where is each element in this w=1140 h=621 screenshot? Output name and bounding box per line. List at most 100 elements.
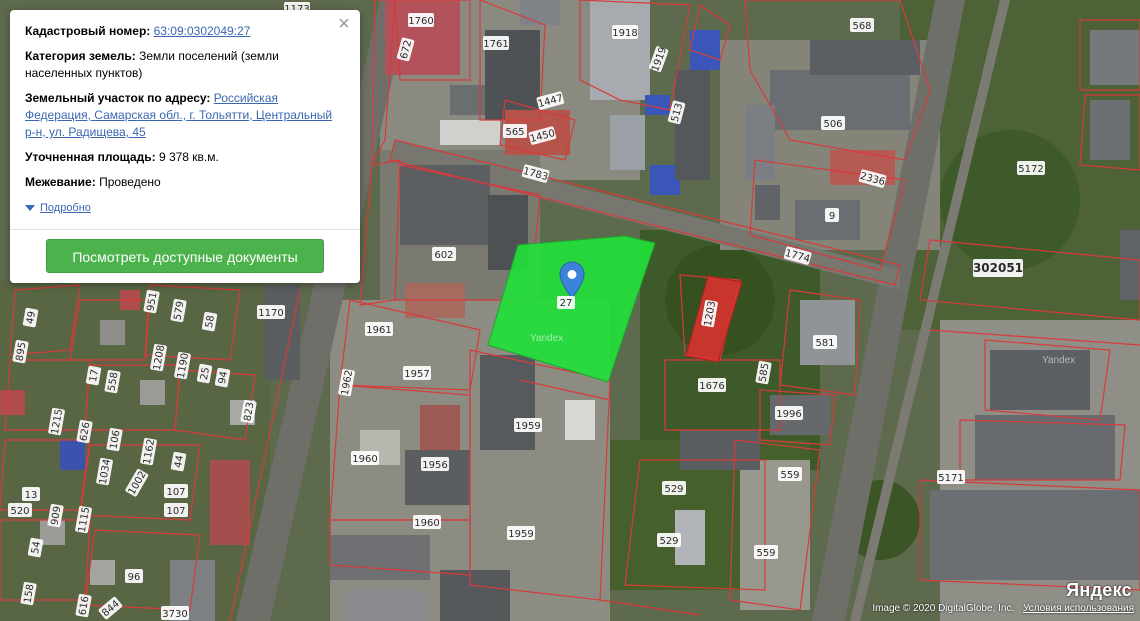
survey-value: Проведено (99, 175, 161, 189)
svg-text:1761: 1761 (483, 39, 508, 50)
svg-text:1956: 1956 (422, 460, 447, 471)
svg-text:1960: 1960 (352, 454, 377, 465)
svg-text:107: 107 (166, 506, 185, 517)
svg-text:1959: 1959 (515, 421, 540, 432)
map-label: 13 (22, 487, 40, 501)
survey-label: Межевание: (25, 175, 96, 189)
svg-text:44: 44 (173, 455, 186, 469)
map-label: 107 (164, 484, 188, 498)
map-label: 1170 (257, 305, 285, 319)
svg-text:602: 602 (434, 250, 453, 261)
cadastral-label: Кадастровый номер: (25, 24, 151, 38)
svg-text:3730: 3730 (162, 609, 187, 620)
svg-text:9: 9 (829, 211, 835, 222)
svg-text:529: 529 (664, 484, 683, 495)
svg-text:94: 94 (217, 371, 230, 385)
map-label: 1676 (698, 378, 726, 392)
map-label: 520 (8, 503, 32, 517)
map-label: 1961 (365, 322, 393, 336)
svg-text:96: 96 (128, 572, 141, 583)
map-label: 1761 (483, 36, 509, 50)
svg-text:17: 17 (88, 369, 101, 383)
divider (10, 228, 360, 230)
map-label: 559 (754, 545, 778, 559)
survey-row: Межевание: Проведено (25, 174, 345, 191)
map-label: 581 (813, 335, 837, 349)
address-label: Земельный участок по адресу: (25, 91, 211, 105)
map-label: 9 (825, 208, 839, 222)
map-watermark: Yandex (1042, 355, 1076, 366)
more-row: Подробно (25, 199, 345, 217)
yandex-logo: Яндекс (1066, 580, 1132, 600)
svg-text:302051: 302051 (973, 261, 1023, 275)
map-label: 5171 (937, 470, 965, 484)
svg-text:1760: 1760 (408, 16, 433, 27)
terms-link[interactable]: Условия использования (1023, 603, 1134, 614)
area-label: Уточненная площадь: (25, 150, 156, 164)
map-label: 1959 (514, 418, 542, 432)
map-label: 107 (164, 503, 188, 517)
map-label: 1956 (421, 457, 449, 471)
svg-text:54: 54 (30, 541, 43, 555)
svg-text:581: 581 (815, 338, 834, 349)
map-label: 565 (503, 124, 527, 138)
map-label: 3730 (161, 606, 189, 620)
svg-text:1918: 1918 (612, 28, 637, 39)
close-icon[interactable]: × (336, 14, 352, 34)
map-label: 1960 (351, 451, 379, 465)
svg-text:5171: 5171 (938, 473, 963, 484)
svg-text:25: 25 (199, 367, 212, 381)
map-label: 302051 (973, 259, 1023, 277)
more-details-label: Подробно (40, 201, 91, 214)
map-label: 559 (778, 467, 802, 481)
map-label: 529 (662, 481, 686, 495)
svg-text:1960: 1960 (414, 518, 439, 529)
map-label: 506 (821, 116, 845, 130)
area-value: 9 378 кв.м. (158, 150, 219, 164)
cadastral-row: Кадастровый номер: 63:09:0302049:27 (25, 23, 345, 40)
svg-text:1676: 1676 (699, 381, 724, 392)
map-label: 27 (557, 296, 575, 309)
svg-text:107: 107 (166, 487, 185, 498)
more-details-link[interactable]: Подробно (25, 200, 91, 217)
svg-text:1959: 1959 (508, 529, 533, 540)
view-documents-button[interactable]: Посмотреть доступные документы (46, 239, 324, 273)
category-label: Категория земель: (25, 49, 136, 63)
svg-text:1961: 1961 (366, 325, 391, 336)
svg-text:49: 49 (25, 311, 38, 325)
map-label: 1960 (413, 515, 441, 529)
map-label: 602 (432, 247, 456, 261)
copyright-text: Image © 2020 DigitalGlobe, Inc. (872, 603, 1015, 614)
triangle-down-icon (25, 205, 35, 211)
svg-text:1996: 1996 (776, 409, 801, 420)
svg-text:568: 568 (852, 21, 871, 32)
svg-text:520: 520 (10, 506, 29, 517)
parcel-info-popup: × Кадастровый номер: 63:09:0302049:27 Ка… (10, 10, 360, 283)
svg-text:58: 58 (204, 315, 217, 329)
map-label: 1760 (408, 13, 434, 27)
map-label: 96 (125, 569, 143, 583)
map-label: 568 (850, 18, 874, 32)
svg-text:1170: 1170 (258, 308, 283, 319)
svg-text:529: 529 (659, 536, 678, 547)
svg-text:559: 559 (780, 470, 799, 481)
svg-text:559: 559 (756, 548, 775, 559)
address-row: Земельный участок по адресу: Российская … (25, 90, 345, 141)
cadastral-number-link[interactable]: 63:09:0302049:27 (154, 24, 251, 38)
map-label: 5172 (1017, 161, 1045, 175)
svg-text:565: 565 (505, 127, 524, 138)
map-label: 1957 (403, 366, 431, 380)
map-label: 1918 (612, 25, 638, 39)
map-label: 529 (657, 533, 681, 547)
svg-text:506: 506 (823, 119, 842, 130)
map-watermark: Yandex (530, 333, 564, 344)
svg-text:13: 13 (25, 490, 38, 501)
map-label: 1996 (775, 406, 803, 420)
map-label: 1959 (507, 526, 535, 540)
area-row: Уточненная площадь: 9 378 кв.м. (25, 149, 345, 166)
category-row: Категория земель: Земли поселений (земли… (25, 48, 345, 82)
svg-text:27: 27 (560, 298, 573, 309)
svg-text:1957: 1957 (404, 369, 429, 380)
svg-text:5172: 5172 (1018, 164, 1043, 175)
map-attribution: Image © 2020 DigitalGlobe, Inc. Условия … (872, 603, 1134, 614)
